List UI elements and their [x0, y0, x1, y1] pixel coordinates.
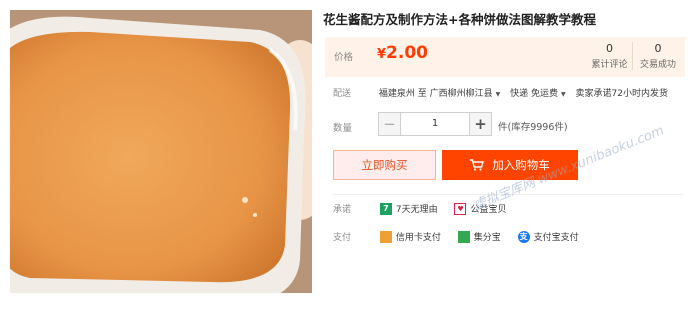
service-label: 承诺 [333, 205, 352, 215]
chevron-down-icon[interactable]: ▼ [496, 91, 501, 98]
destination-select[interactable]: 广西柳州柳江县 [430, 89, 493, 99]
stock-info: 件(库存9996件) [498, 122, 568, 133]
delivery-row: 配送 福建泉州 至 广西柳州柳江县 ▼ 快递 免运费 ▼ 卖家承诺72小时内发货 [333, 86, 689, 99]
peanut-butter-illustration [10, 10, 312, 293]
currency-symbol: ¥ [377, 47, 387, 62]
jifenbao-text: 集分宝 [473, 233, 501, 243]
price-amount: 2.00 [386, 43, 428, 63]
increase-quantity-button[interactable]: + [469, 113, 491, 135]
price-panel: 价格 ¥2.00 0 累计评论 0 交易成功 [325, 37, 685, 77]
quantity-label: 数量 [333, 123, 353, 134]
sales-count-stat: 0 交易成功 [635, 42, 681, 70]
credit-card-text: 信用卡支付 [395, 233, 441, 243]
alipay-payment[interactable]: 支 支付宝支付 [517, 230, 579, 243]
delivery-label: 配送 [333, 89, 352, 99]
price-label: 价格 [334, 52, 354, 63]
price-value: ¥2.00 [377, 43, 428, 63]
review-count-stat[interactable]: 0 累计评论 [587, 42, 633, 70]
seven-day-return-link[interactable]: 7 7天无理由 [379, 202, 438, 215]
sales-count-label: 交易成功 [639, 60, 676, 70]
ship-to-word: 至 [417, 89, 427, 99]
review-count-label: 累计评论 [591, 60, 628, 70]
payment-label: 支付 [333, 233, 352, 243]
credit-card-payment[interactable]: 信用卡支付 [379, 230, 441, 243]
payment-row: 支付 信用卡支付 集分宝 支 支付宝支付 [333, 230, 593, 243]
chevron-down-icon[interactable]: ▼ [561, 91, 566, 98]
review-count: 0 [606, 42, 613, 55]
ship-from: 福建泉州 [378, 89, 415, 99]
seven-day-return-icon: 7 [379, 202, 392, 215]
jifenbao-payment[interactable]: 集分宝 [457, 230, 501, 243]
product-image[interactable] [10, 10, 312, 293]
alipay-icon: 支 [517, 230, 530, 243]
product-title: 花生酱配方及制作方法+各种饼做法图解教学教程 [323, 12, 596, 27]
shopping-cart-icon [470, 159, 485, 171]
shipping-promise: 卖家承诺72小时内发货 [575, 89, 668, 99]
quantity-stepper: − 1 + [378, 112, 492, 136]
quantity-input[interactable]: 1 [401, 113, 469, 135]
shipping-method-select[interactable]: 快递 免运费 [510, 89, 558, 99]
alipay-text: 支付宝支付 [533, 233, 579, 243]
credit-card-icon [379, 230, 392, 243]
seven-day-return-text: 7天无理由 [395, 205, 438, 215]
sales-count: 0 [654, 42, 662, 55]
decrease-quantity-button[interactable]: − [379, 113, 401, 135]
jifenbao-icon [457, 230, 470, 243]
charity-icon: ♥ [454, 202, 467, 215]
buy-now-button[interactable]: 立即购买 [333, 150, 436, 180]
